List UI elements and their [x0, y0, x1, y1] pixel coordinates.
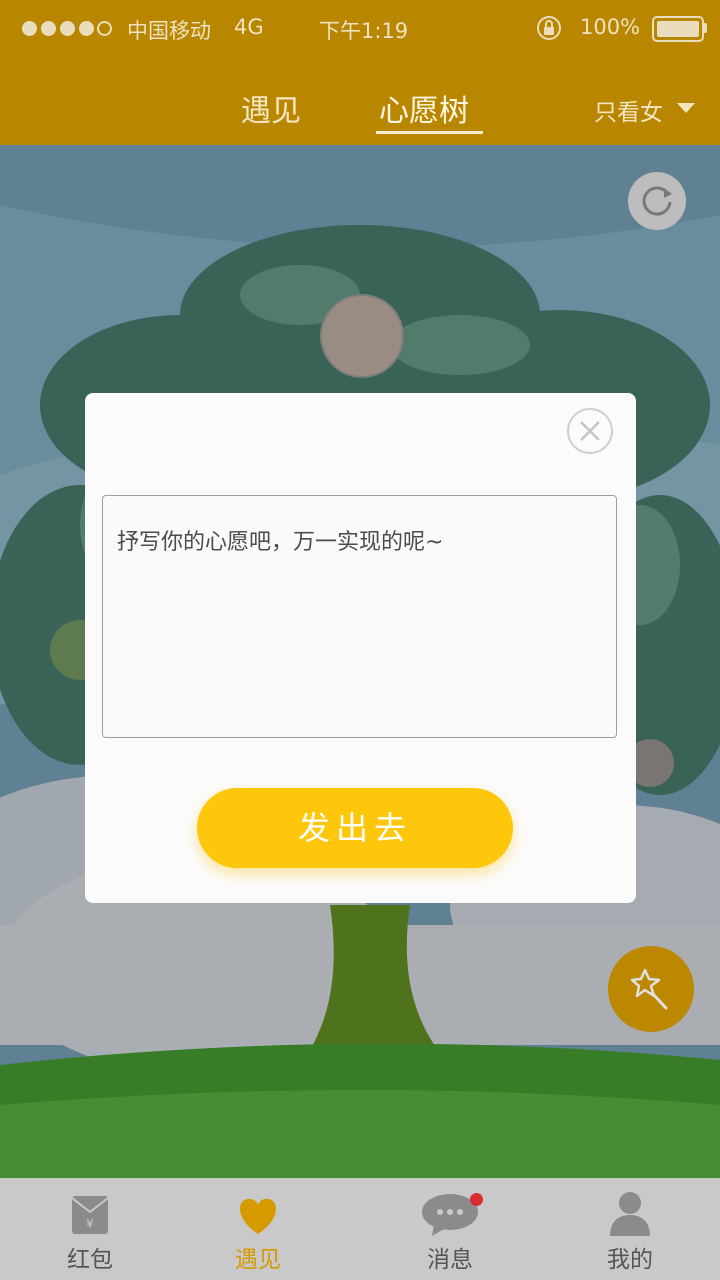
close-icon: [580, 421, 600, 441]
signal-dot: [60, 21, 75, 36]
svg-text:¥: ¥: [86, 1217, 94, 1231]
carrier-name: 中国移动: [127, 19, 211, 43]
bottom-tab-bar: ¥ 红包 遇见 消息 我的: [0, 1178, 720, 1280]
status-time: 下午1:19: [319, 19, 409, 43]
tabbar-item-messages[interactable]: 消息: [360, 1178, 540, 1280]
wish-text-input[interactable]: [102, 495, 617, 738]
signal-dot: [22, 21, 37, 36]
tabbar-item-me[interactable]: 我的: [540, 1178, 720, 1280]
active-tab-indicator: [376, 131, 483, 134]
signal-dot-empty: [97, 21, 112, 36]
signal-dot: [41, 21, 56, 36]
unread-badge: [470, 1193, 483, 1206]
signal-dot: [79, 21, 94, 36]
battery-icon: [652, 16, 704, 42]
tabbar-label: 我的: [607, 1247, 653, 1273]
battery-percent: 100%: [580, 15, 641, 39]
gender-filter[interactable]: 只看女: [594, 93, 663, 127]
battery-tip: [703, 23, 707, 33]
red-packet-icon: ¥: [71, 1196, 109, 1234]
person-icon: [610, 1192, 650, 1236]
close-button[interactable]: [567, 408, 613, 454]
tabbar-label: 红包: [67, 1247, 113, 1273]
chevron-down-icon[interactable]: [677, 103, 695, 115]
network-type: 4G: [234, 15, 264, 39]
heart-icon: [239, 1198, 277, 1234]
send-wish-button[interactable]: 发出去: [197, 788, 513, 868]
status-bar: 中国移动 4G 下午1:19 100%: [0, 0, 720, 56]
rotation-lock-icon: [537, 16, 561, 40]
tab-encounter[interactable]: 遇见: [241, 86, 301, 130]
tabbar-item-red-packet[interactable]: ¥ 红包: [0, 1178, 180, 1280]
tab-wish-tree[interactable]: 心愿树: [379, 86, 469, 130]
